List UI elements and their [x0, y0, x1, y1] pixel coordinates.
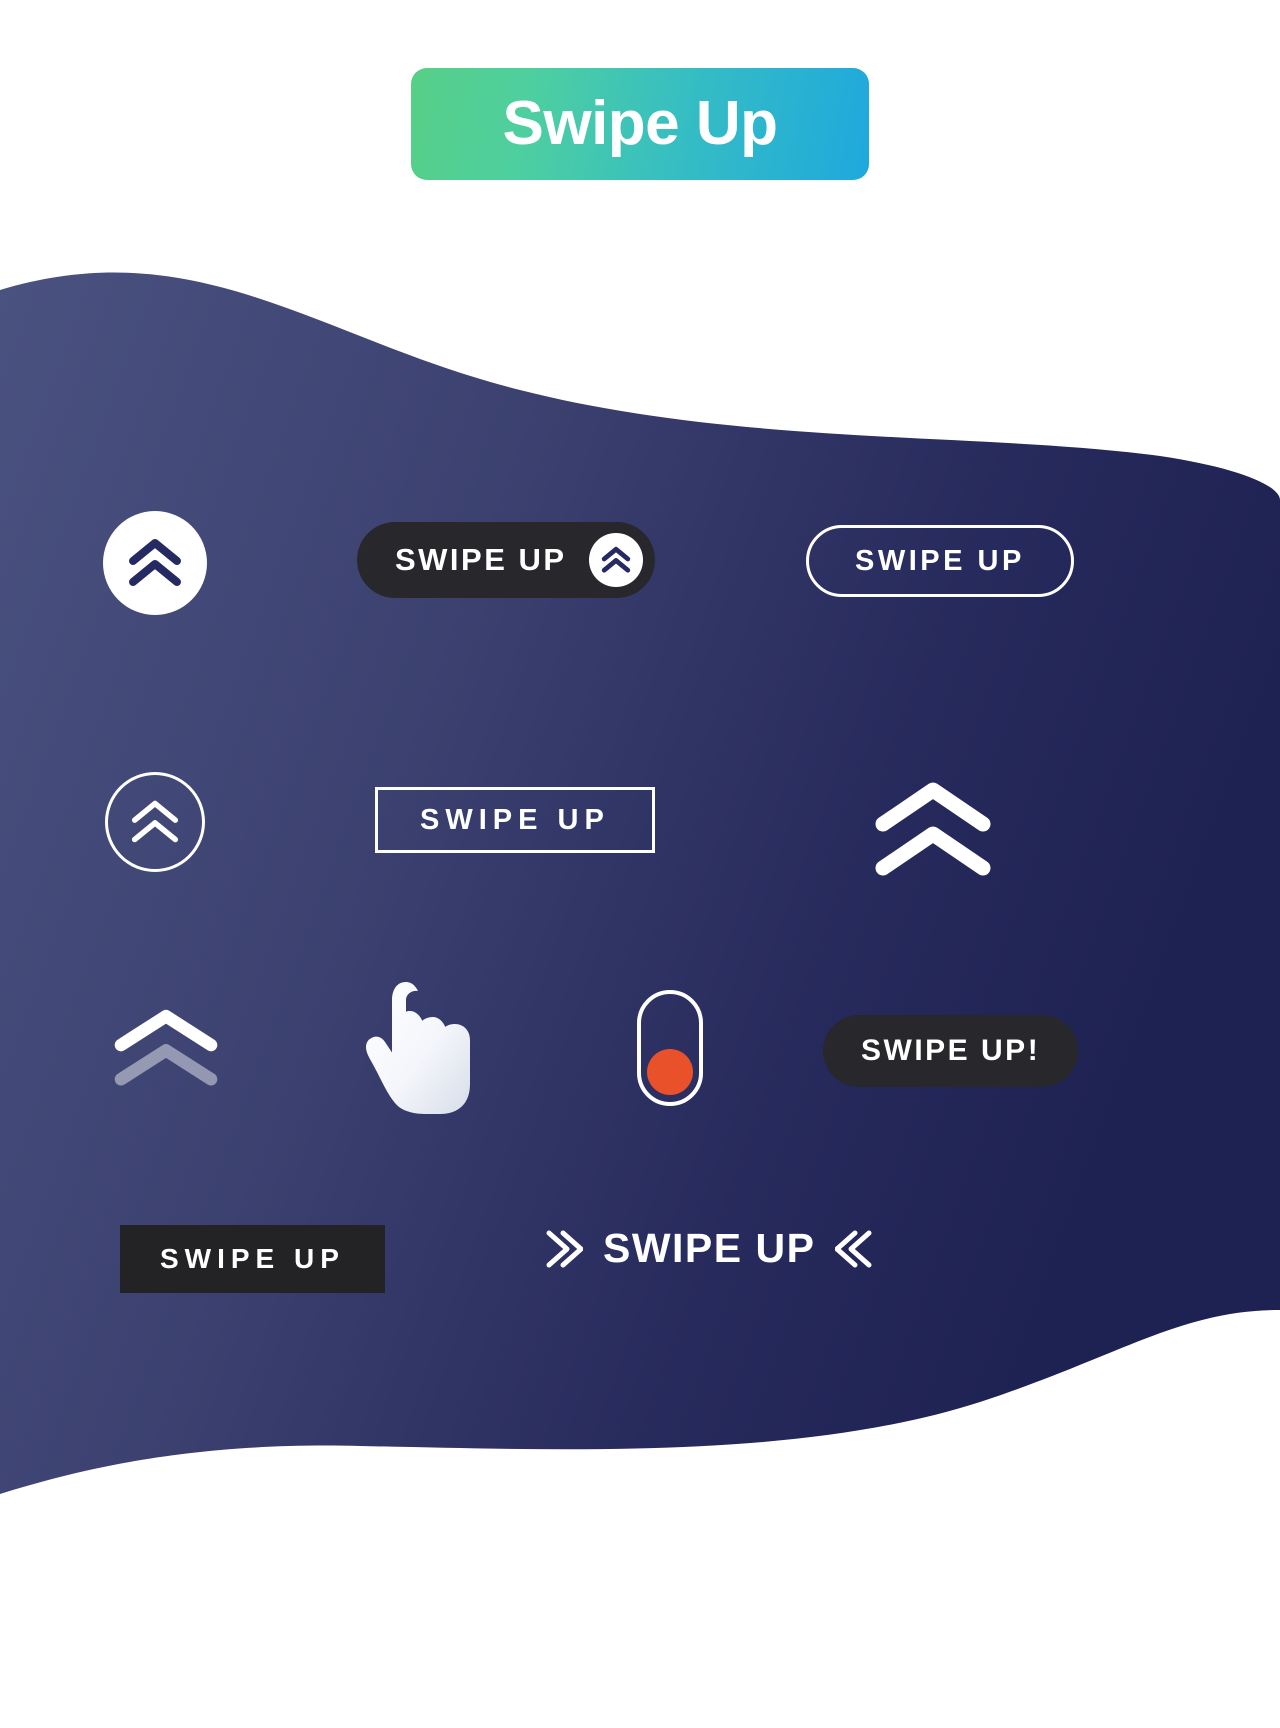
double-chevron-up-icon — [129, 539, 181, 586]
swipe-up-exclaim-pill-label: SWIPE UP! — [861, 1034, 1041, 1067]
swipe-up-exclaim-pill-button[interactable]: SWIPE UP! — [823, 1015, 1079, 1087]
asset-hand-cursor[interactable] — [366, 978, 476, 1114]
swipe-up-bracketed-label: SWIPE UP — [603, 1225, 816, 1271]
header-badge-label: Swipe Up — [502, 88, 778, 158]
asset-rect-outline[interactable]: SWIPE UP — [375, 787, 655, 853]
swipe-up-toggle[interactable] — [637, 990, 703, 1106]
asset-pill-dark-exclaim[interactable]: SWIPE UP! — [823, 1015, 1079, 1087]
asset-rect-dark[interactable]: SWIPE UP — [120, 1225, 385, 1293]
asset-pill-outline[interactable]: SWIPE UP — [806, 525, 1074, 597]
swipe-up-dark-pill-button[interactable]: SWIPE UP — [357, 522, 655, 598]
header-badge: Swipe Up — [411, 67, 869, 180]
asset-circle-solid-chevron[interactable] — [103, 511, 207, 615]
swipe-up-dark-pill-label: SWIPE UP — [395, 542, 567, 577]
asset-chevron-bold-large[interactable] — [873, 780, 993, 880]
asset-circle-outline-chevron[interactable] — [105, 772, 205, 872]
swipe-up-asset-sheet: Swipe Up SWIPE UP SWIPE UP SWIPE UP SWIP… — [0, 0, 1280, 1728]
swipe-up-dark-rect-button[interactable]: SWIPE UP — [120, 1225, 385, 1293]
asset-pill-dark-chevron[interactable]: SWIPE UP — [357, 522, 655, 598]
asset-chevron-bracket-text[interactable]: SWIPE UP — [543, 1225, 875, 1272]
swipe-up-outline-rect-button[interactable]: SWIPE UP — [375, 787, 655, 853]
double-chevron-up-icon — [601, 546, 630, 573]
outline-circle[interactable] — [105, 772, 205, 872]
double-chevron-up-icon — [131, 800, 179, 843]
toggle-knob[interactable] — [647, 1049, 693, 1095]
pointing-hand-icon — [366, 982, 470, 1114]
chevron-chip[interactable] — [588, 533, 643, 587]
chevron-right-icon — [546, 1230, 583, 1267]
double-chevron-up-icon — [114, 1009, 218, 1086]
swipe-up-outline-rect-label: SWIPE UP — [420, 803, 610, 836]
swipe-up-dark-rect-label: SWIPE UP — [160, 1243, 345, 1274]
double-chevron-up-icon — [875, 782, 991, 876]
swipe-up-outline-pill-label: SWIPE UP — [855, 544, 1025, 577]
asset-toggle-orange[interactable] — [637, 990, 703, 1106]
swipe-up-outline-pill-button[interactable]: SWIPE UP — [806, 525, 1074, 597]
chevron-left-icon — [835, 1230, 872, 1267]
header-area: Swipe Up — [0, 0, 1280, 275]
white-circle[interactable] — [103, 511, 207, 615]
asset-chevron-fade[interactable] — [112, 1008, 220, 1100]
asset-grid: SWIPE UP SWIPE UP SWIPE UP SWIPE UP! SWI… — [0, 250, 1280, 1530]
swipe-up-bracketed-label-group[interactable]: SWIPE UP — [543, 1225, 875, 1272]
